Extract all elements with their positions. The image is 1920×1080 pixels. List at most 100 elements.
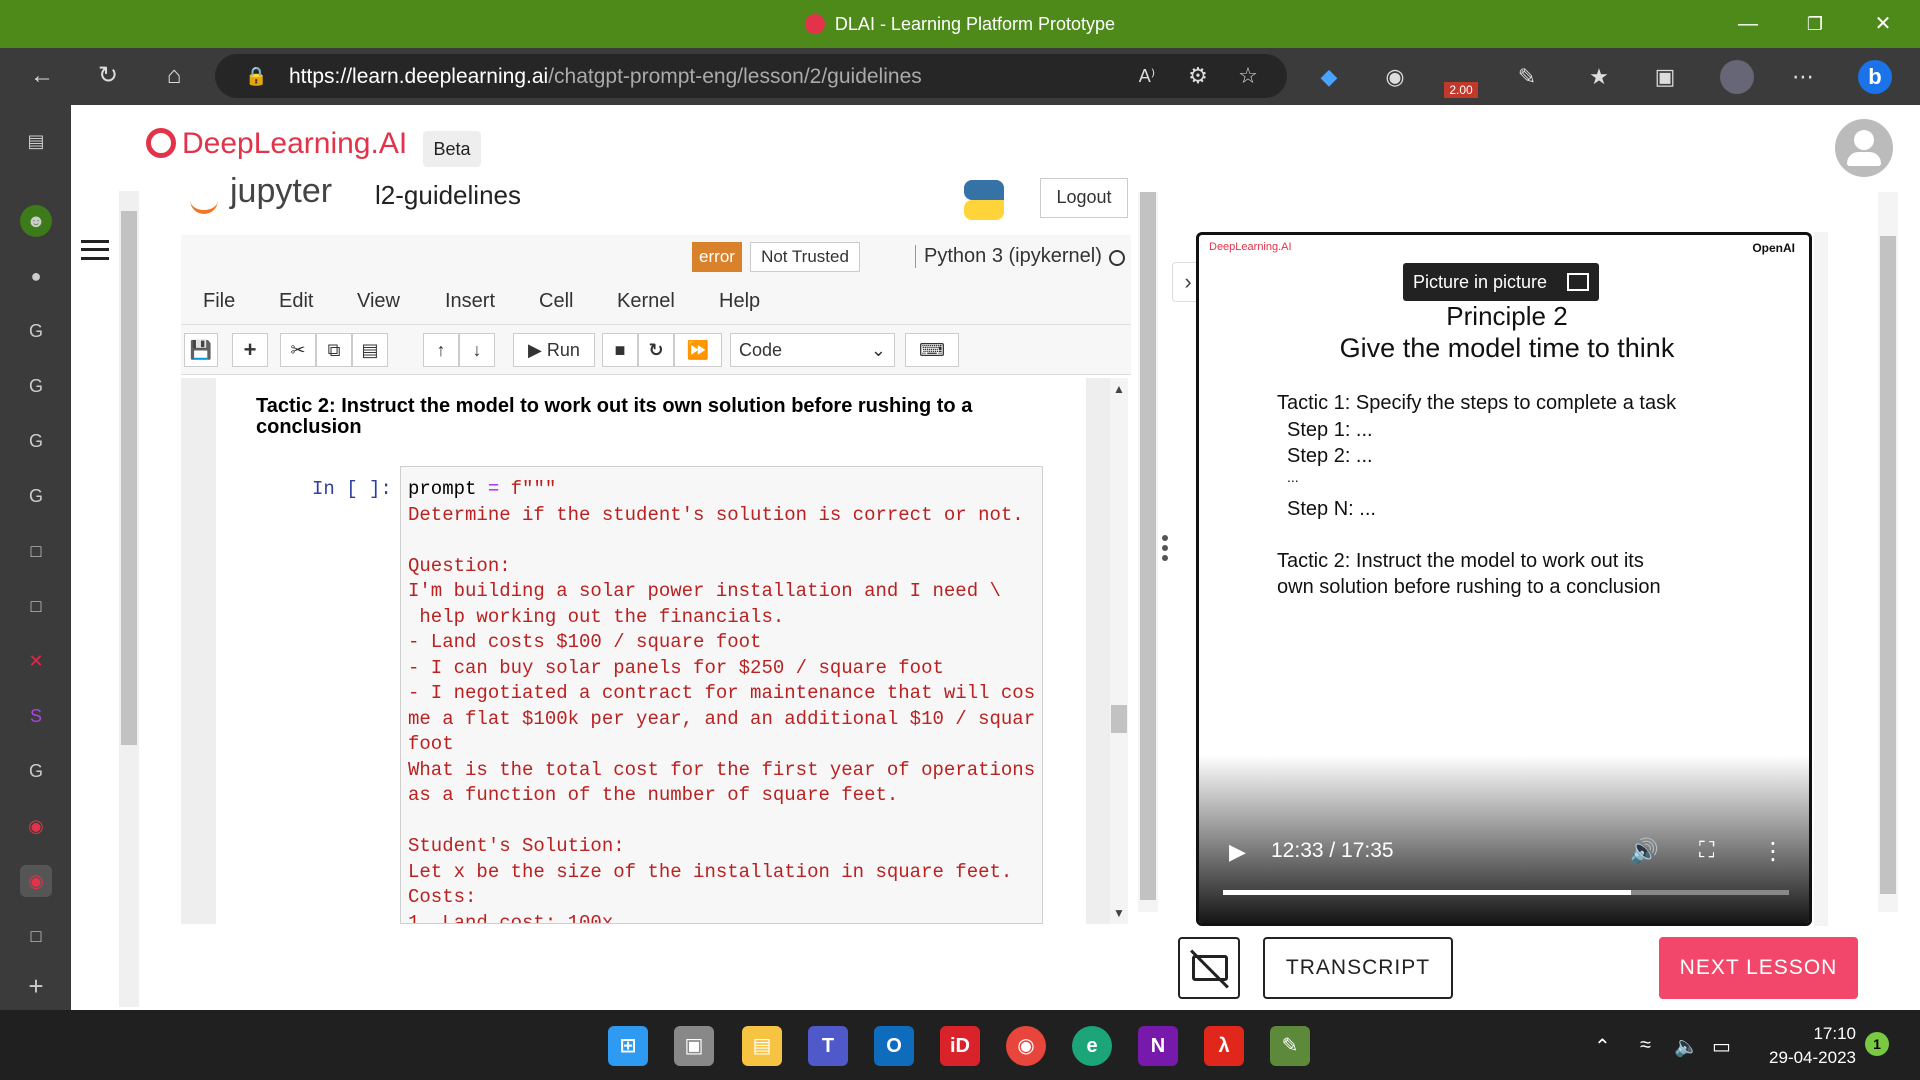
bing-icon[interactable]: b: [1858, 60, 1892, 94]
tab-actions-icon[interactable]: ▤: [20, 125, 52, 157]
back-icon[interactable]: ←: [26, 60, 58, 92]
google-icon[interactable]: G: [20, 315, 52, 347]
volume-icon[interactable]: 🔈: [1674, 1034, 1699, 1059]
move-down-icon[interactable]: ↓: [459, 333, 495, 367]
code-cell[interactable]: prompt = f""" Determine if the student's…: [400, 466, 1043, 924]
page-icon[interactable]: □: [20, 535, 52, 567]
minimize-button[interactable]: —: [1733, 10, 1763, 38]
play-icon[interactable]: ▶: [1229, 839, 1246, 865]
outlook-icon[interactable]: O: [874, 1026, 914, 1066]
user-avatar[interactable]: [1835, 119, 1893, 177]
resize-handle[interactable]: [1162, 535, 1170, 563]
next-lesson-button[interactable]: NEXT LESSON: [1659, 937, 1858, 999]
onenote-icon[interactable]: N: [1138, 1026, 1178, 1066]
task-view-icon[interactable]: ▣: [674, 1026, 714, 1066]
menu-view[interactable]: View: [357, 290, 400, 313]
chrome-icon[interactable]: ◉: [1006, 1026, 1046, 1066]
picture-in-picture-button[interactable]: Picture in picture: [1403, 263, 1599, 301]
google-icon[interactable]: G: [20, 425, 52, 457]
extension-gem-icon[interactable]: ◆: [1312, 60, 1346, 94]
teams-icon[interactable]: T: [808, 1026, 848, 1066]
taskbar-clock[interactable]: 17:10 29-04-2023: [1760, 1022, 1856, 1070]
page-icon[interactable]: □: [20, 590, 52, 622]
tracking-icon[interactable]: ⚙: [1181, 59, 1215, 93]
notebook-scrollbar[interactable]: ▲ ▼: [1110, 378, 1128, 924]
menu-icon[interactable]: [81, 240, 109, 260]
logout-button[interactable]: Logout: [1040, 178, 1128, 218]
chevron-up-icon[interactable]: ⌃: [1594, 1034, 1611, 1059]
app-icon[interactable]: ✎: [1270, 1026, 1310, 1066]
kernel-name[interactable]: Python 3 (ipykernel): [915, 245, 1102, 268]
keyboard-icon[interactable]: ⌨: [905, 333, 959, 367]
transcript-button[interactable]: TRANSCRIPT: [1263, 937, 1453, 999]
more-icon[interactable]: ⋯: [1786, 60, 1820, 94]
fullscreen-icon[interactable]: ⛶: [1699, 837, 1714, 863]
error-badge[interactable]: error: [692, 242, 742, 272]
file-explorer-icon[interactable]: ▤: [742, 1026, 782, 1066]
google-icon[interactable]: G: [20, 370, 52, 402]
insert-cell-icon[interactable]: +: [232, 333, 268, 367]
extension-speed-icon[interactable]: 2.00: [1444, 60, 1478, 98]
notebook-name[interactable]: l2-guidelines: [375, 180, 521, 211]
s-app-icon[interactable]: S: [20, 700, 52, 732]
wifi-icon[interactable]: ≈: [1640, 1034, 1651, 1057]
github-icon[interactable]: ●: [20, 260, 52, 292]
more-options-icon[interactable]: ⋮: [1761, 837, 1785, 866]
battery-icon[interactable]: ▭: [1712, 1034, 1731, 1059]
read-aloud-icon[interactable]: A⁾: [1130, 59, 1164, 93]
menu-kernel[interactable]: Kernel: [617, 290, 675, 313]
menu-edit[interactable]: Edit: [279, 290, 313, 313]
code-text[interactable]: prompt = f""" Determine if the student's…: [408, 477, 1035, 923]
captions-off-button[interactable]: [1178, 937, 1240, 999]
video-player[interactable]: DeepLearning.AI OpenAI Picture in pictur…: [1196, 232, 1812, 926]
brand-logo[interactable]: DeepLearning.AI: [146, 127, 407, 161]
scroll-down-icon[interactable]: ▼: [1113, 906, 1125, 920]
save-icon[interactable]: 💾: [184, 333, 218, 367]
profile-avatar[interactable]: [1720, 60, 1754, 94]
extensions-icon[interactable]: ✎: [1510, 60, 1544, 94]
panel-scrollbar[interactable]: [1138, 192, 1158, 912]
notification-badge[interactable]: 1: [1865, 1032, 1889, 1056]
home-icon[interactable]: ⌂: [158, 60, 190, 92]
refresh-icon[interactable]: ↻: [92, 60, 124, 92]
id-app-icon[interactable]: iD: [940, 1026, 980, 1066]
start-icon[interactable]: ⊞: [608, 1026, 648, 1066]
paste-icon[interactable]: ▤: [352, 333, 388, 367]
sidebar-app-icon[interactable]: ☻: [20, 205, 52, 237]
menu-file[interactable]: File: [203, 290, 235, 313]
volume-icon[interactable]: 🔊: [1629, 837, 1659, 866]
page-scrollbar[interactable]: [1878, 192, 1898, 912]
scroll-up-icon[interactable]: ▲: [1113, 382, 1125, 396]
address-bar[interactable]: 🔒 https://learn.deeplearning.ai/chatgpt-…: [215, 54, 1287, 98]
favorites-icon[interactable]: ★: [1582, 60, 1616, 94]
edge-icon[interactable]: e: [1072, 1026, 1112, 1066]
menu-help[interactable]: Help: [719, 290, 760, 313]
video-progress-bar[interactable]: [1223, 890, 1789, 895]
google-icon[interactable]: G: [20, 755, 52, 787]
deeplearning-icon[interactable]: ◉: [20, 810, 52, 842]
acrobat-icon[interactable]: λ: [1204, 1026, 1244, 1066]
restore-button[interactable]: ❐: [1800, 10, 1830, 38]
collections-icon[interactable]: ▣: [1648, 60, 1682, 94]
cut-icon[interactable]: ✂: [280, 333, 316, 367]
favorite-add-icon[interactable]: ☆: [1231, 59, 1265, 93]
extension-owl-icon[interactable]: ◉: [1378, 60, 1412, 94]
code-line: Let x be the size of the installation in…: [408, 860, 1013, 883]
menu-insert[interactable]: Insert: [445, 290, 495, 313]
menu-cell[interactable]: Cell: [539, 290, 573, 313]
restart-run-all-icon[interactable]: ⏩: [674, 333, 722, 367]
outer-scrollbar[interactable]: [119, 191, 139, 1007]
x-icon[interactable]: ✕: [20, 645, 52, 677]
restart-icon[interactable]: ↻: [638, 333, 674, 367]
cell-type-select[interactable]: Code ⌄: [730, 333, 895, 367]
page-icon[interactable]: □: [20, 920, 52, 952]
stop-icon[interactable]: ■: [602, 333, 638, 367]
trust-indicator[interactable]: Not Trusted: [750, 242, 860, 272]
google-icon[interactable]: G: [20, 480, 52, 512]
move-up-icon[interactable]: ↑: [423, 333, 459, 367]
close-button[interactable]: ✕: [1868, 10, 1898, 38]
run-button[interactable]: ▶ Run: [513, 333, 595, 367]
add-icon[interactable]: +: [20, 970, 52, 1002]
copy-icon[interactable]: ⧉: [316, 333, 352, 367]
deeplearning-active-icon[interactable]: ◉: [20, 865, 52, 897]
